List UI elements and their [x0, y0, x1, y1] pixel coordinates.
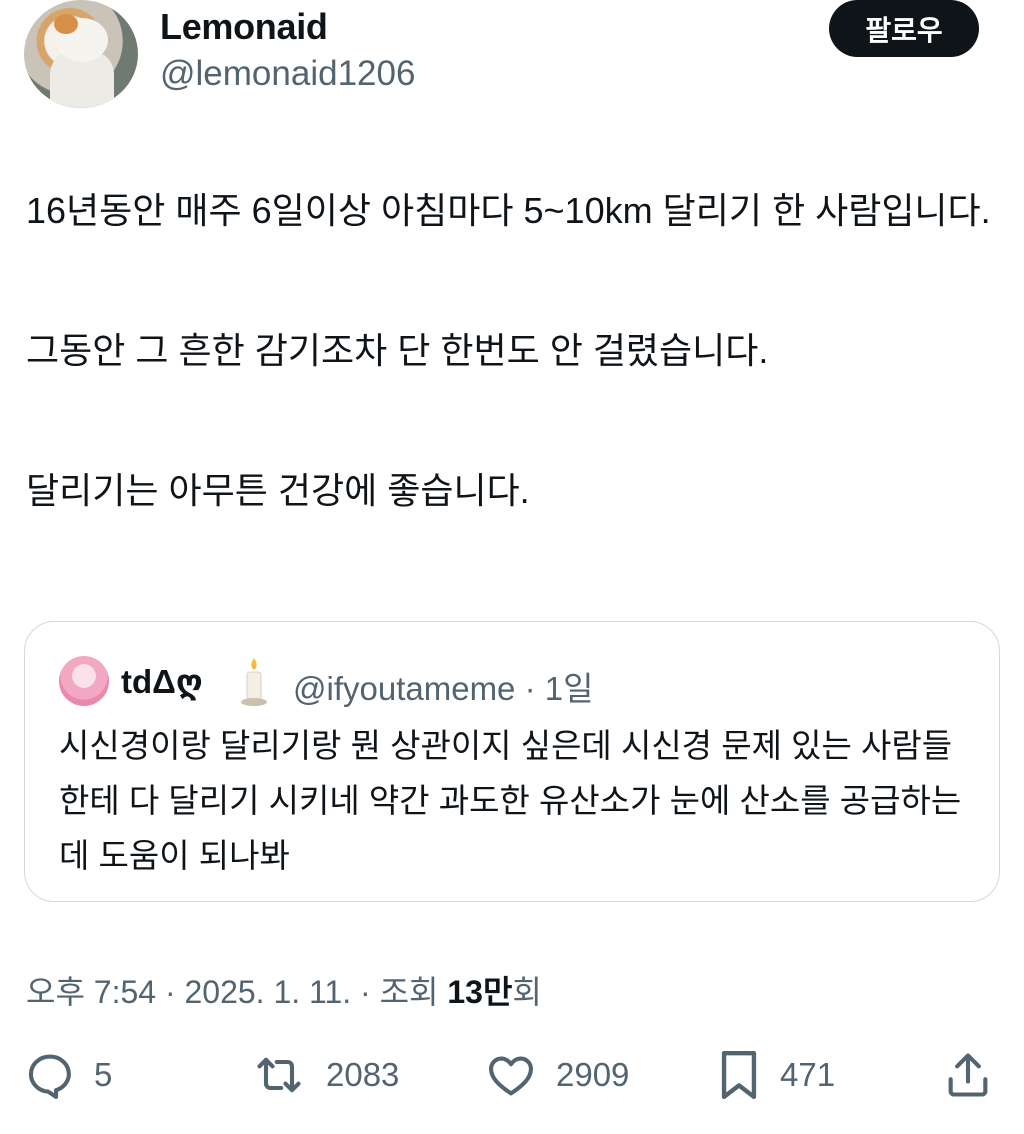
candle-icon — [241, 658, 267, 706]
action-bar: 5 2083 2909 471 — [0, 1045, 1024, 1105]
author-display-name[interactable]: Lemonaid — [160, 6, 328, 48]
retweet-count: 2083 — [326, 1056, 400, 1093]
reply-count: 5 — [94, 1056, 113, 1093]
tweet-text: 16년동안 매주 6일이상 아침마다 5~10km 달리기 한 사람입니다. 그… — [26, 176, 1001, 526]
like-icon — [489, 1056, 533, 1096]
like-button[interactable]: 2909 — [484, 1045, 629, 1105]
view-count: 13만 — [447, 974, 513, 1010]
reply-icon — [28, 1054, 71, 1099]
retweet-button[interactable]: 2083 — [250, 1045, 399, 1105]
avatar-cat-patch — [54, 14, 78, 34]
view-count-suffix: 회 — [512, 974, 542, 1010]
retweet-icon — [257, 1057, 301, 1093]
share-button[interactable] — [942, 1045, 994, 1105]
follow-button[interactable]: 팔로우 — [829, 0, 979, 57]
quoted-tweet-text: 시신경이랑 달리기랑 뭔 상관이지 싶은데 시신경 문제 있는 사람들한테 다 … — [59, 727, 962, 874]
author-handle[interactable]: @lemonaid1206 — [160, 54, 415, 94]
quoted-author-name: tdΔღ — [121, 663, 203, 700]
tweet-timestamp[interactable]: 오후 7:54 · 2025. 1. 11. · 조회 — [26, 974, 447, 1010]
quoted-author-avatar — [59, 656, 109, 706]
like-count: 2909 — [556, 1056, 630, 1093]
quoted-author-handle-time: @ifyoutameme · 1일 — [293, 670, 594, 707]
tweet-meta: 오후 7:54 · 2025. 1. 11. · 조회 13만회 — [26, 967, 542, 1013]
bookmark-button[interactable]: 471 — [716, 1045, 835, 1105]
tweet-paragraph: 그동안 그 흔한 감기조차 단 한번도 안 걸렸습니다. — [26, 330, 769, 371]
quoted-tweet-card[interactable]: tdΔღ @ifyoutameme · 1일 시신경이랑 달리기랑 뭔 상관이지… — [24, 621, 1000, 902]
author-avatar[interactable] — [24, 0, 138, 108]
reply-button[interactable]: 5 — [24, 1045, 112, 1105]
share-icon — [948, 1053, 988, 1097]
bookmark-icon — [721, 1050, 757, 1100]
tweet-paragraph: 16년동안 매주 6일이상 아침마다 5~10km 달리기 한 사람입니다. — [26, 190, 991, 231]
tweet-paragraph: 달리기는 아무튼 건강에 좋습니다. — [26, 470, 530, 511]
bookmark-count: 471 — [780, 1056, 836, 1093]
